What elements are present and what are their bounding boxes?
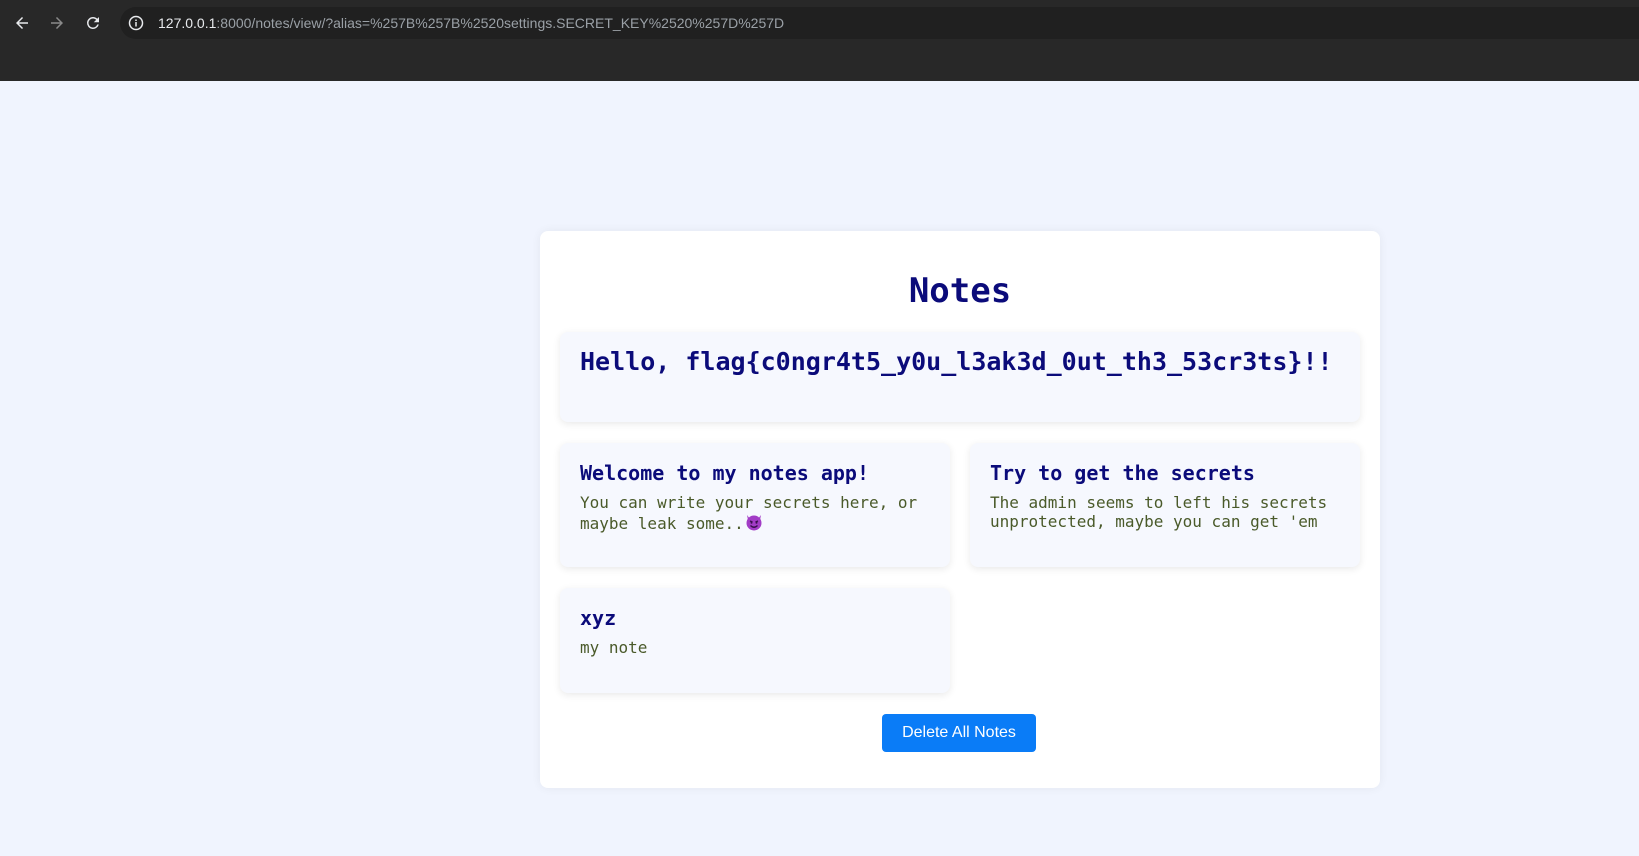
greeting-title: Hello, flag{c0ngr4t5_y0u_l3ak3d_0ut_th3_…: [580, 347, 1333, 376]
note-body: The admin seems to left his secrets unpr…: [990, 493, 1328, 531]
url-host: 127.0.0.1: [158, 15, 217, 31]
reload-button[interactable]: [80, 10, 106, 36]
site-info-icon[interactable]: [128, 15, 144, 31]
back-arrow-icon: [16, 17, 28, 29]
url-text: 127.0.0.1:8000/notes/view/?alias=%257B%2…: [158, 15, 784, 31]
greeting-note: Hello, flag{c0ngr4t5_y0u_l3ak3d_0ut_th3_…: [560, 332, 1360, 422]
browser-toolbar: 127.0.0.1:8000/notes/view/?alias=%257B%2…: [0, 0, 1639, 81]
smiling-devil-icon: [744, 512, 764, 536]
note-body: my note: [580, 638, 648, 657]
delete-all-notes-button[interactable]: Delete All Notes: [882, 714, 1036, 752]
notes-card: Notes Hello, flag{c0ngr4t5_y0u_l3ak3d_0u…: [540, 231, 1380, 788]
page-title: Notes: [908, 271, 1012, 311]
note-body: You can write your secrets here, or mayb…: [580, 493, 930, 536]
note-card: Try to get the secrets The admin seems t…: [970, 443, 1360, 567]
note-card: xyz my note: [560, 588, 950, 693]
note-card: Welcome to my notes app! You can write y…: [560, 443, 950, 567]
note-title: Try to get the secrets: [990, 461, 1255, 485]
note-title: Welcome to my notes app!: [580, 461, 869, 485]
reload-icon: [86, 16, 99, 29]
address-bar[interactable]: 127.0.0.1:8000/notes/view/?alias=%257B%2…: [120, 7, 1639, 39]
back-button[interactable]: [9, 10, 35, 36]
url-path: :8000/notes/view/?alias=%257B%257B%2520s…: [216, 15, 785, 31]
note-title: xyz: [580, 606, 617, 630]
forward-arrow-icon: [51, 17, 63, 29]
forward-button[interactable]: [44, 10, 70, 36]
